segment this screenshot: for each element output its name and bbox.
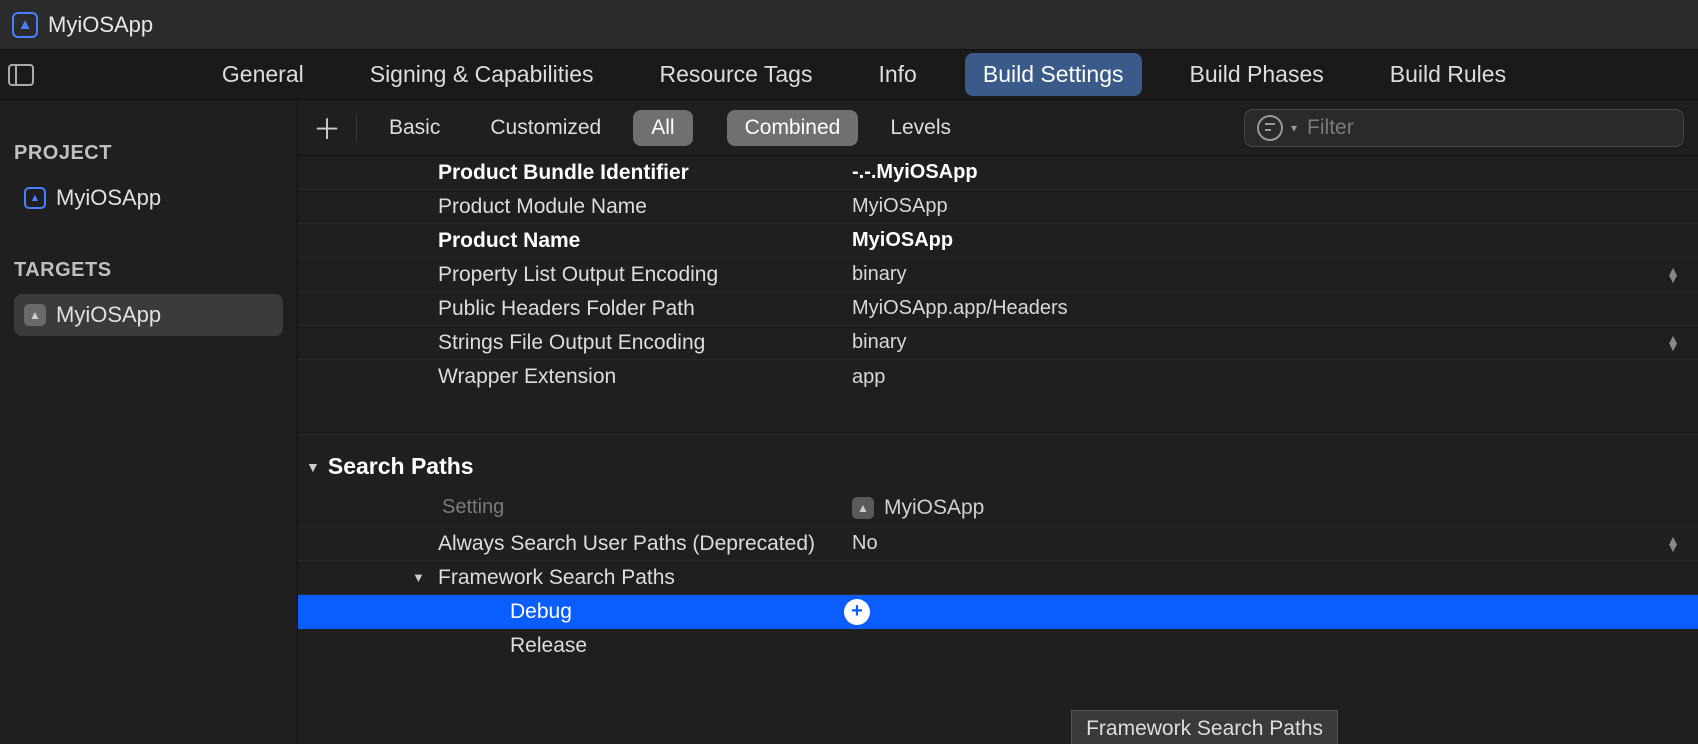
setting-row[interactable]: Product Bundle Identifier -.-.MyiOSApp bbox=[298, 156, 1698, 190]
setting-value[interactable]: binary bbox=[852, 331, 1698, 354]
filter-input[interactable] bbox=[1305, 115, 1671, 141]
setting-name: Product Bundle Identifier bbox=[298, 161, 852, 185]
project-navigator: PROJECT ▲ MyiOSApp TARGETS ▲ MyiOSApp bbox=[0, 100, 298, 744]
setting-row-release[interactable]: Release bbox=[298, 629, 1698, 663]
setting-row[interactable]: Always Search User Paths (Deprecated) No… bbox=[298, 527, 1698, 561]
target-icon: ▲ bbox=[852, 497, 874, 519]
tab-build-phases[interactable]: Build Phases bbox=[1172, 53, 1342, 96]
filter-menu-caret-icon[interactable]: ▾ bbox=[1291, 121, 1297, 135]
filter-icon bbox=[1257, 115, 1283, 141]
column-setting: Setting bbox=[298, 496, 852, 520]
setting-row-debug[interactable]: Debug + bbox=[298, 595, 1698, 629]
tab-build-settings[interactable]: Build Settings bbox=[965, 53, 1142, 96]
setting-name: Strings File Output Encoding bbox=[298, 331, 852, 355]
setting-row[interactable]: Product Module Name MyiOSApp bbox=[298, 190, 1698, 224]
scope-customized[interactable]: Customized bbox=[472, 110, 619, 146]
setting-value[interactable]: MyiOSApp.app/Headers bbox=[852, 297, 1698, 320]
title-bar: ▲ MyiOSApp bbox=[0, 0, 1698, 50]
setting-name: Release bbox=[298, 634, 852, 658]
setting-row[interactable]: Wrapper Extension app bbox=[298, 360, 1698, 394]
scope-basic[interactable]: Basic bbox=[371, 110, 458, 146]
setting-name: Product Module Name bbox=[298, 195, 852, 219]
sidebar-project-item[interactable]: ▲ MyiOSApp bbox=[14, 177, 283, 219]
view-combined[interactable]: Combined bbox=[727, 110, 859, 146]
section-title: Search Paths bbox=[328, 453, 474, 480]
setting-row[interactable]: Strings File Output Encoding binary ▲▼ bbox=[298, 326, 1698, 360]
setting-name: Framework Search Paths bbox=[298, 566, 852, 590]
setting-row[interactable]: Product Name MyiOSApp bbox=[298, 224, 1698, 258]
popup-arrows-icon[interactable]: ▲▼ bbox=[1666, 537, 1680, 551]
setting-name: Property List Output Encoding bbox=[298, 263, 852, 287]
targets-heading: TARGETS bbox=[14, 259, 283, 282]
editor-tab-bar: General Signing & Capabilities Resource … bbox=[0, 50, 1698, 100]
setting-name: Wrapper Extension bbox=[298, 365, 852, 389]
project-icon: ▲ bbox=[24, 187, 46, 209]
build-settings-filter-bar: ＋ Basic Customized All Combined Levels ▾ bbox=[298, 100, 1698, 156]
setting-value[interactable]: binary bbox=[852, 263, 1698, 286]
setting-value[interactable]: MyiOSApp bbox=[852, 195, 1698, 218]
column-headers: Setting ▲ MyiOSApp bbox=[298, 488, 1698, 527]
add-value-icon[interactable]: + bbox=[844, 599, 870, 625]
setting-row[interactable]: Public Headers Folder Path MyiOSApp.app/… bbox=[298, 292, 1698, 326]
chevron-down-icon[interactable]: ▼ bbox=[306, 459, 320, 475]
setting-value[interactable]: + bbox=[852, 599, 1698, 625]
project-item-label: MyiOSApp bbox=[56, 185, 161, 211]
filter-field[interactable]: ▾ bbox=[1244, 109, 1684, 147]
tab-signing[interactable]: Signing & Capabilities bbox=[352, 53, 612, 96]
setting-value[interactable]: MyiOSApp bbox=[852, 229, 1698, 252]
tooltip: Framework Search Paths bbox=[1071, 710, 1338, 744]
scope-all[interactable]: All bbox=[633, 110, 692, 146]
setting-name: Public Headers Folder Path bbox=[298, 297, 852, 321]
popup-arrows-icon[interactable]: ▲▼ bbox=[1666, 268, 1680, 282]
sidebar-target-item[interactable]: ▲ MyiOSApp bbox=[14, 294, 283, 336]
view-levels[interactable]: Levels bbox=[872, 110, 969, 146]
app-icon: ▲ bbox=[12, 12, 38, 38]
tab-build-rules[interactable]: Build Rules bbox=[1372, 53, 1524, 96]
divider bbox=[356, 114, 357, 142]
add-build-setting-button[interactable]: ＋ bbox=[312, 113, 342, 143]
project-heading: PROJECT bbox=[14, 142, 283, 165]
section-search-paths[interactable]: ▼ Search Paths bbox=[298, 434, 1698, 488]
build-settings-list: Product Bundle Identifier -.-.MyiOSApp P… bbox=[298, 156, 1698, 744]
window-title: MyiOSApp bbox=[48, 12, 153, 38]
chevron-down-icon[interactable]: ▼ bbox=[412, 570, 425, 585]
target-icon: ▲ bbox=[24, 304, 46, 326]
setting-row-framework-search-paths[interactable]: ▼ Framework Search Paths bbox=[298, 561, 1698, 595]
editor-tabs: General Signing & Capabilities Resource … bbox=[38, 53, 1690, 96]
popup-arrows-icon[interactable]: ▲▼ bbox=[1666, 336, 1680, 350]
sidebar-toggle-icon[interactable] bbox=[8, 64, 34, 86]
setting-name: Always Search User Paths (Deprecated) bbox=[298, 532, 852, 556]
setting-value[interactable]: -.-.MyiOSApp bbox=[852, 161, 1698, 184]
setting-value[interactable]: app bbox=[852, 366, 1698, 389]
column-target-label: MyiOSApp bbox=[884, 496, 984, 520]
tab-general[interactable]: General bbox=[204, 53, 322, 96]
setting-value[interactable]: No bbox=[852, 532, 1698, 555]
target-item-label: MyiOSApp bbox=[56, 302, 161, 328]
tab-info[interactable]: Info bbox=[860, 53, 934, 96]
column-target: ▲ MyiOSApp bbox=[852, 496, 1698, 520]
setting-name: Product Name bbox=[298, 229, 852, 253]
setting-name: Debug bbox=[298, 600, 852, 624]
setting-row[interactable]: Property List Output Encoding binary ▲▼ bbox=[298, 258, 1698, 292]
tab-resource-tags[interactable]: Resource Tags bbox=[641, 53, 830, 96]
